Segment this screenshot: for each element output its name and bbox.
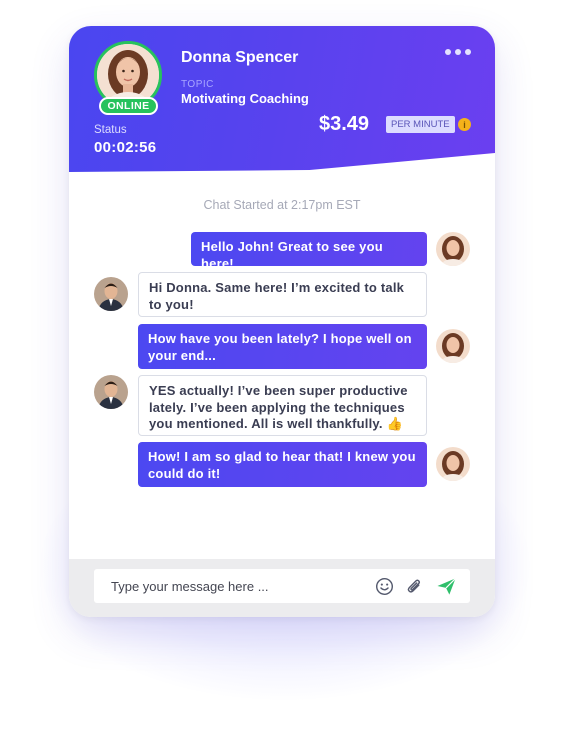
coach-name: Donna Spencer <box>181 49 299 66</box>
client-avatar-small <box>94 277 128 311</box>
status-label: Status <box>94 124 127 136</box>
message-incoming: YES actually! I’ve been super productive… <box>138 375 427 436</box>
message-outgoing: Hello John! Great to see you here! <box>191 232 427 271</box>
more-options-icon[interactable] <box>445 46 473 58</box>
composer-bar <box>69 559 495 617</box>
send-icon[interactable] <box>436 577 457 596</box>
online-badge: ONLINE <box>99 97 158 115</box>
paperclip-icon[interactable] <box>405 577 424 596</box>
message-input[interactable] <box>111 578 351 594</box>
status-timer: 00:02:56 <box>94 139 157 156</box>
topic-value: Motivating Coaching <box>181 91 309 106</box>
client-avatar-small <box>94 375 128 409</box>
coach-avatar-small <box>436 447 470 481</box>
coach-avatar-small <box>436 232 470 266</box>
message-outgoing: How! I am so glad to hear that! I knew y… <box>138 442 427 487</box>
price: $3.49 <box>319 113 370 135</box>
topic-label: TOPIC <box>181 79 214 90</box>
rate-unit-badge: PER MINUTE <box>386 116 455 133</box>
info-icon[interactable]: i <box>458 118 471 131</box>
message-outgoing: How have you been lately? I hope well on… <box>138 324 427 369</box>
chat-started-notice: Chat Started at 2:17pm EST <box>203 198 361 212</box>
smile-icon[interactable] <box>375 577 394 596</box>
message-incoming: Hi Donna. Same here! I’m excited to talk… <box>138 272 427 317</box>
chat-card: ONLINE Status 00:02:56 Donna Spencer TOP… <box>69 26 495 617</box>
message-composer <box>94 569 470 603</box>
coach-avatar-small <box>436 329 470 363</box>
